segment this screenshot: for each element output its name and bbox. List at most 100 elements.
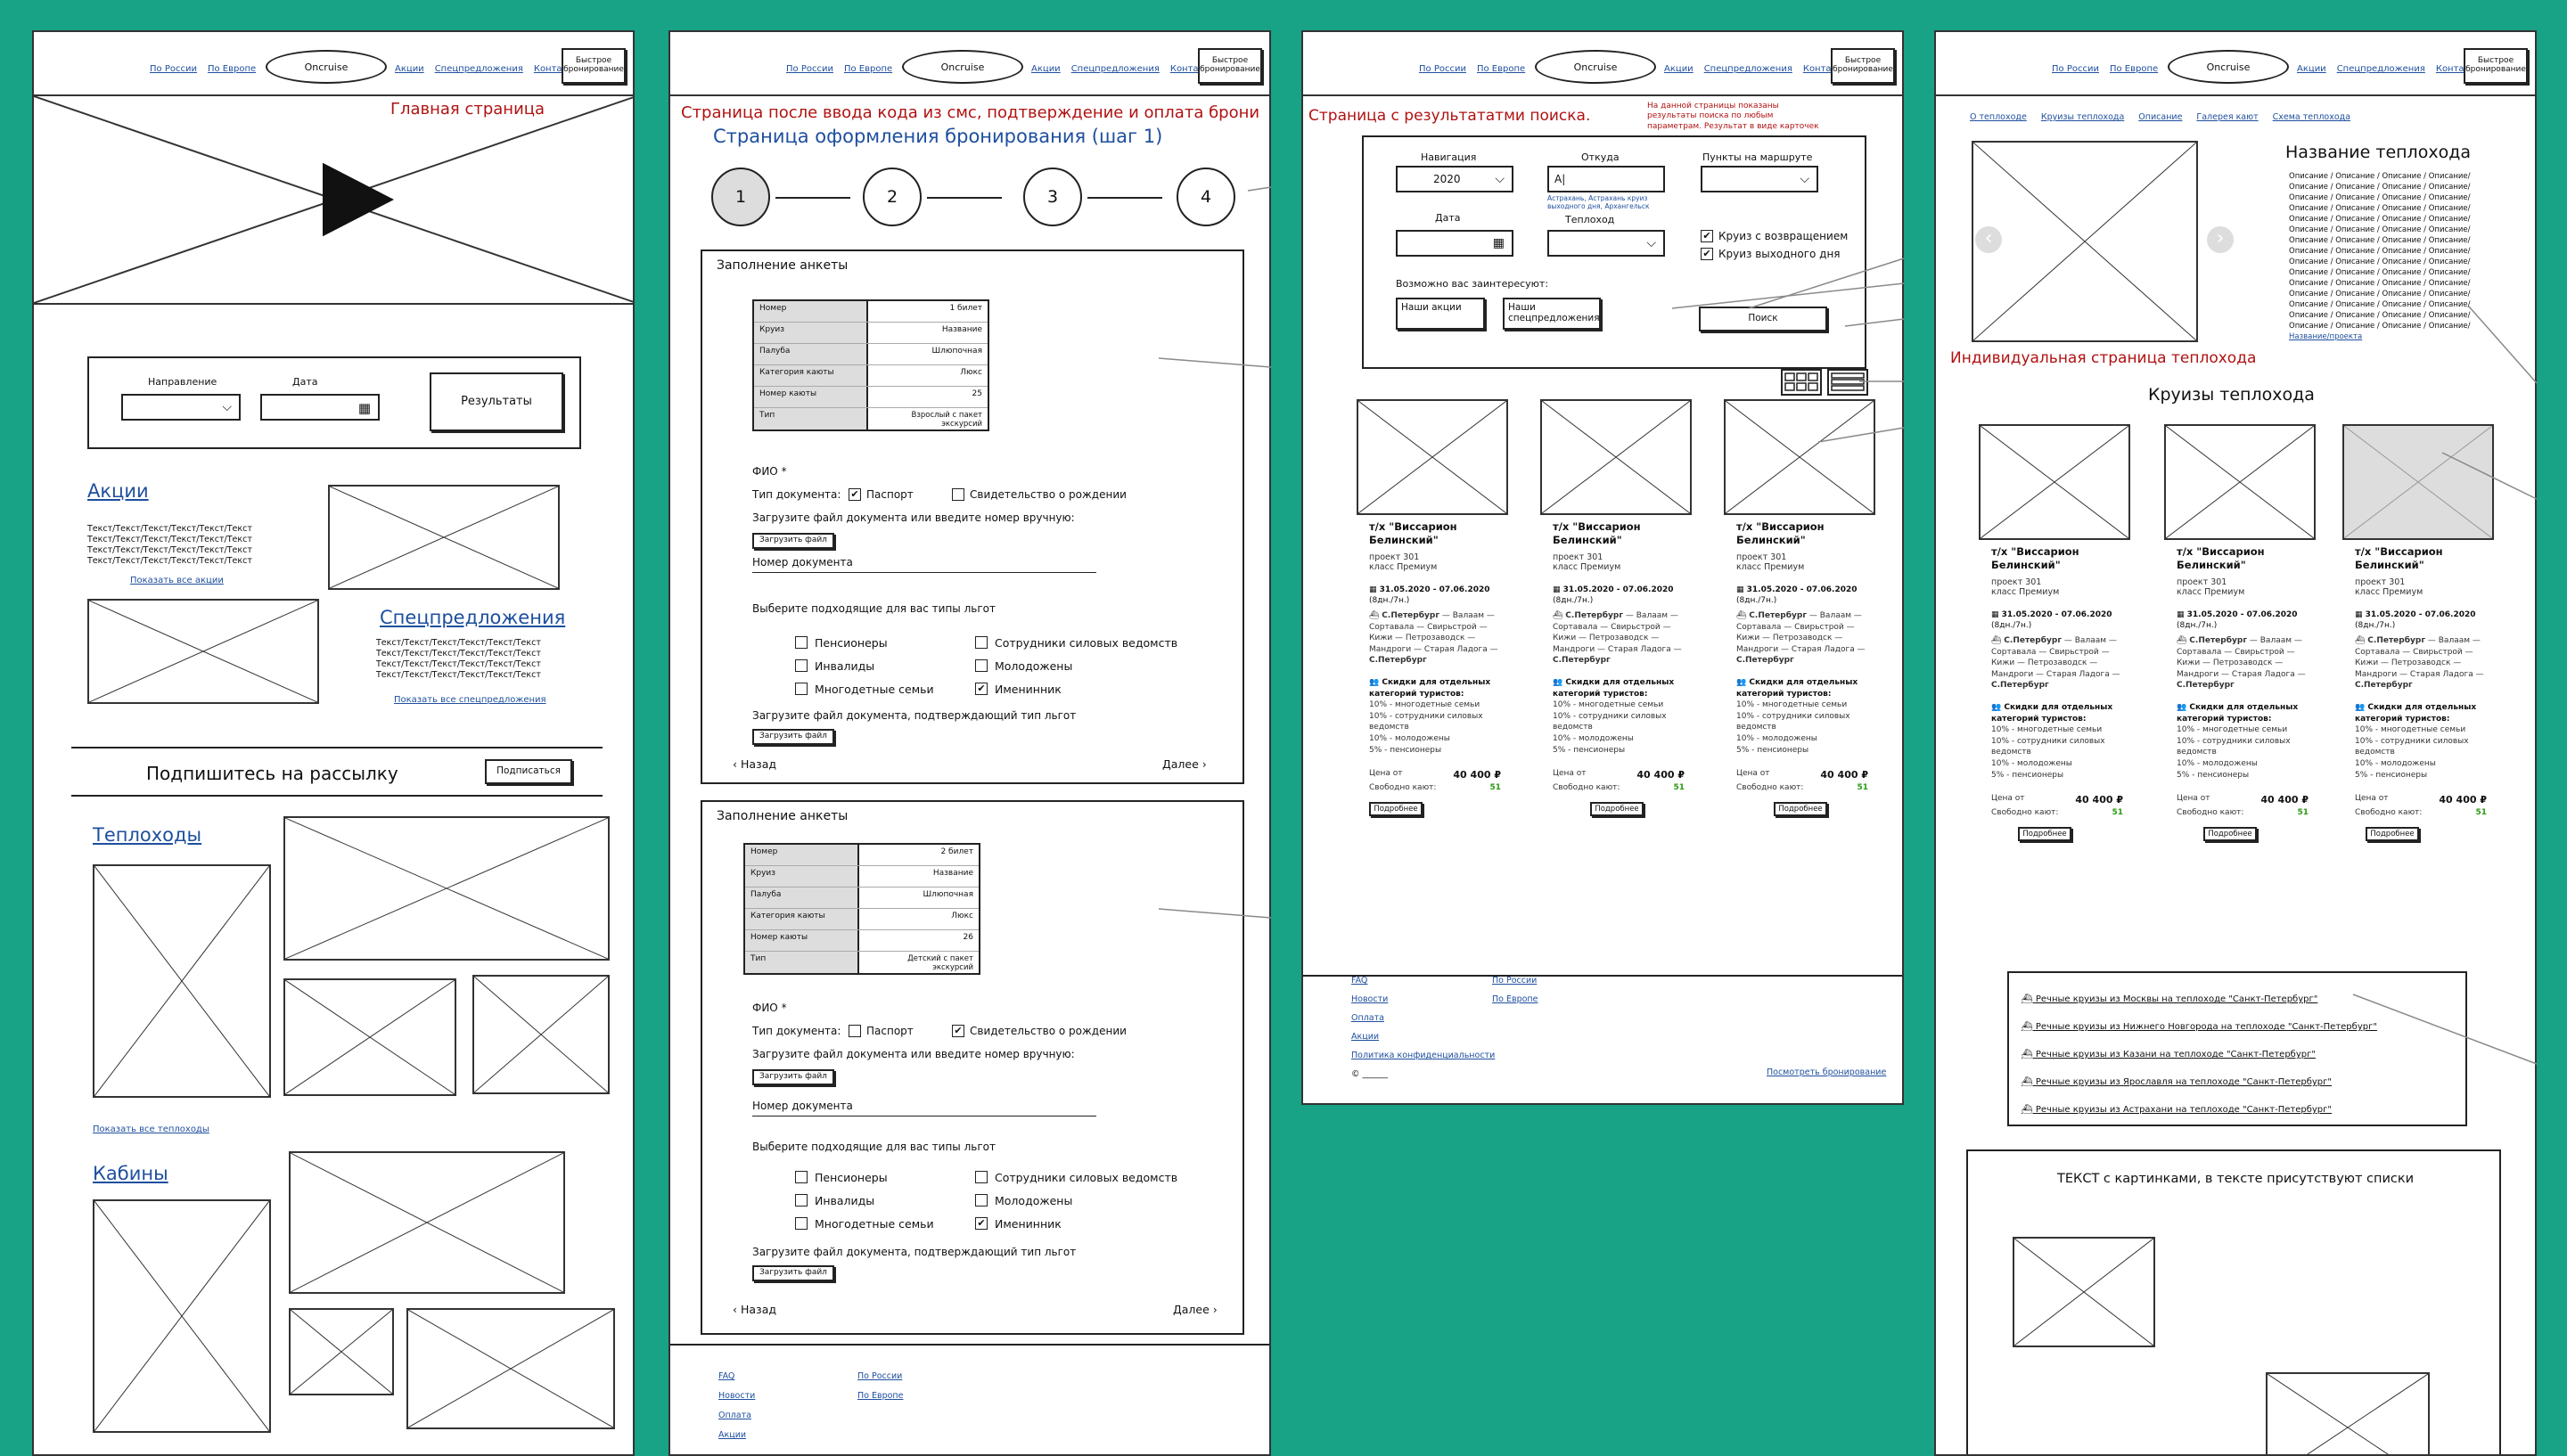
direction-select[interactable]: ⌵ — [121, 394, 241, 421]
nav-link-specials[interactable]: Спецпредложения — [1071, 64, 1160, 74]
more-button[interactable]: Подробнее — [1369, 802, 1423, 817]
back-button[interactable]: ‹ Назад — [733, 757, 776, 771]
nav-link-specials[interactable]: Спецпредложения — [2337, 64, 2425, 74]
nav-link-russia[interactable]: По России — [2052, 64, 2099, 74]
ship-name[interactable]: т/х "Виссарион Белинский" — [1991, 545, 2125, 572]
benefit-checkbox[interactable] — [975, 1194, 988, 1207]
footer-link[interactable]: По Европе — [1492, 990, 1538, 1009]
weekend-cruise-checkbox[interactable]: ✔ — [1701, 248, 1713, 260]
all-ships-link[interactable]: Показать все теплоходы — [93, 1125, 209, 1136]
footer-link[interactable]: Политика конфиденциальности — [1351, 1046, 1495, 1065]
footer-link[interactable]: Акции — [1351, 1027, 1495, 1046]
search-button[interactable]: Поиск — [1699, 307, 1827, 331]
from-input[interactable]: А| — [1547, 166, 1665, 192]
nav-link-europe[interactable]: По Европе — [2110, 64, 2158, 74]
back-button[interactable]: ‹ Назад — [733, 1303, 776, 1316]
more-button[interactable]: Подробнее — [1590, 802, 1644, 817]
footer-link[interactable]: Оплата — [1351, 1009, 1495, 1027]
nav-link-promos[interactable]: Акции — [1664, 64, 1694, 74]
ship-name[interactable]: т/х "Виссарион Белинский" — [2355, 545, 2489, 572]
ship-image[interactable] — [1540, 399, 1692, 515]
quick-booking-button[interactable]: Быстрое бронирование — [1831, 48, 1895, 84]
grid-view-icon[interactable] — [1781, 369, 1822, 396]
ship-gallery[interactable] — [1972, 141, 2198, 342]
ship-image[interactable] — [1724, 399, 1875, 515]
our-specials-button[interactable]: Наши спецпредложения — [1503, 298, 1601, 330]
footer-link[interactable]: По России — [1492, 971, 1538, 990]
promos-heading[interactable]: Акции — [87, 479, 149, 503]
ships-heading[interactable]: Теплоходы — [93, 823, 201, 847]
subnav-link[interactable]: О теплоходе — [1970, 112, 2027, 122]
ship-name[interactable]: т/х "Виссарион Белинский" — [1553, 520, 1686, 547]
passport-checkbox[interactable] — [849, 1025, 861, 1037]
points-select[interactable]: ⌵ — [1701, 166, 1818, 192]
cruise-link[interactable]: ⛴ Речные круизы из Ярославля на теплоход… — [2022, 1068, 2377, 1096]
next-button[interactable]: Далее › — [1162, 757, 1207, 771]
cabins-heading[interactable]: Кабины — [93, 1162, 168, 1185]
more-button[interactable]: Подробнее — [2366, 827, 2419, 842]
cruise-link[interactable]: ⛴ Речные круизы из Казани на теплоходе "… — [2022, 1041, 2377, 1068]
footer-link[interactable]: Акции — [718, 1426, 755, 1445]
logo[interactable]: Oncruise — [2168, 50, 2289, 84]
logo[interactable]: Oncruise — [266, 50, 387, 84]
project-link[interactable]: Название/проекта — [2289, 331, 2471, 342]
list-view-icon[interactable] — [1827, 369, 1868, 396]
footer-link[interactable]: По России — [857, 1367, 903, 1386]
doc-number-field[interactable] — [752, 572, 1096, 573]
nav-link-promos[interactable]: Акции — [395, 64, 424, 74]
more-button[interactable]: Подробнее — [1774, 802, 1827, 817]
doc-number-field[interactable] — [752, 1116, 1096, 1117]
ship-image[interactable] — [1357, 399, 1508, 515]
nav-link-promos[interactable]: Акции — [2297, 64, 2326, 74]
benefit-checkbox[interactable] — [795, 659, 808, 672]
doc-number-label[interactable]: Номер документа — [752, 1100, 853, 1113]
next-button[interactable]: Далее › — [1173, 1303, 1218, 1316]
ship-name[interactable]: т/х "Виссарион Белинский" — [2177, 545, 2310, 572]
upload-button[interactable]: Загрузить файл — [752, 1069, 834, 1085]
all-promos-link[interactable]: Показать все акции — [130, 576, 224, 587]
nav-link-russia[interactable]: По России — [1419, 64, 1466, 74]
benefit-checkbox[interactable] — [795, 683, 808, 695]
more-button[interactable]: Подробнее — [2018, 827, 2071, 842]
quick-booking-button[interactable]: Быстрое бронирование — [1198, 48, 1262, 84]
nav-link-europe[interactable]: По Европе — [1477, 64, 1525, 74]
view-booking-link[interactable]: Посмотреть бронирование — [1767, 1067, 1886, 1078]
benefit-checkbox[interactable] — [795, 1171, 808, 1183]
nav-link-specials[interactable]: Спецпредложения — [435, 64, 523, 74]
ship-name[interactable]: т/х "Виссарион Белинский" — [1369, 520, 1503, 547]
cruise-link[interactable]: ⛴ Речные круизы из Нижнего Новгорода на … — [2022, 1013, 2377, 1041]
birth-cert-checkbox[interactable]: ✔ — [952, 1025, 964, 1037]
nav-link-europe[interactable]: По Европе — [844, 64, 892, 74]
footer-link[interactable]: Новости — [718, 1386, 755, 1406]
footer-link[interactable]: Оплата — [718, 1406, 755, 1426]
more-button[interactable]: Подробнее — [2203, 827, 2257, 842]
ship-image[interactable] — [2342, 424, 2494, 540]
nav-link-russia[interactable]: По России — [786, 64, 833, 74]
footer-link[interactable]: FAQ — [1351, 971, 1495, 990]
benefit-checkbox[interactable] — [795, 1194, 808, 1207]
nav-link-specials[interactable]: Спецпредложения — [1704, 64, 1792, 74]
footer-link[interactable]: Новости — [1351, 990, 1495, 1009]
subscribe-button[interactable]: Подписаться — [485, 759, 572, 784]
cruise-link[interactable]: ⛴ Речные круизы из Астрахани на теплоход… — [2022, 1096, 2377, 1124]
return-cruise-checkbox[interactable]: ✔ — [1701, 230, 1713, 242]
gallery-next-icon[interactable]: › — [2207, 226, 2234, 253]
benefit-checkbox[interactable] — [975, 659, 988, 672]
quick-booking-button[interactable]: Быстрое бронирование — [2464, 48, 2528, 84]
subnav-link[interactable]: Круизы теплохода — [2041, 112, 2124, 122]
footer-link[interactable]: FAQ — [718, 1367, 755, 1386]
results-button[interactable]: Результаты — [430, 372, 563, 431]
upload-button[interactable]: Загрузить файл — [752, 533, 834, 549]
step-3[interactable]: 3 — [1023, 168, 1082, 226]
birth-cert-checkbox[interactable] — [952, 488, 964, 501]
subnav-link[interactable]: Описание — [2138, 112, 2182, 122]
passport-checkbox[interactable]: ✔ — [849, 488, 861, 501]
ship-name[interactable]: т/х "Виссарион Белинский" — [1736, 520, 1870, 547]
from-suggestions[interactable]: Астрахань, Астрахань круиз выходного дня… — [1547, 194, 1669, 210]
upload-benefit-button[interactable]: Загрузить файл — [752, 729, 834, 745]
quick-booking-button[interactable]: Быстрое бронирование — [562, 48, 626, 84]
subnav-link[interactable]: Галерея кают — [2196, 112, 2258, 122]
logo[interactable]: Oncruise — [1535, 50, 1656, 84]
date-field[interactable]: ▦ — [260, 394, 380, 421]
subnav-link[interactable]: Схема теплохода — [2273, 112, 2350, 122]
